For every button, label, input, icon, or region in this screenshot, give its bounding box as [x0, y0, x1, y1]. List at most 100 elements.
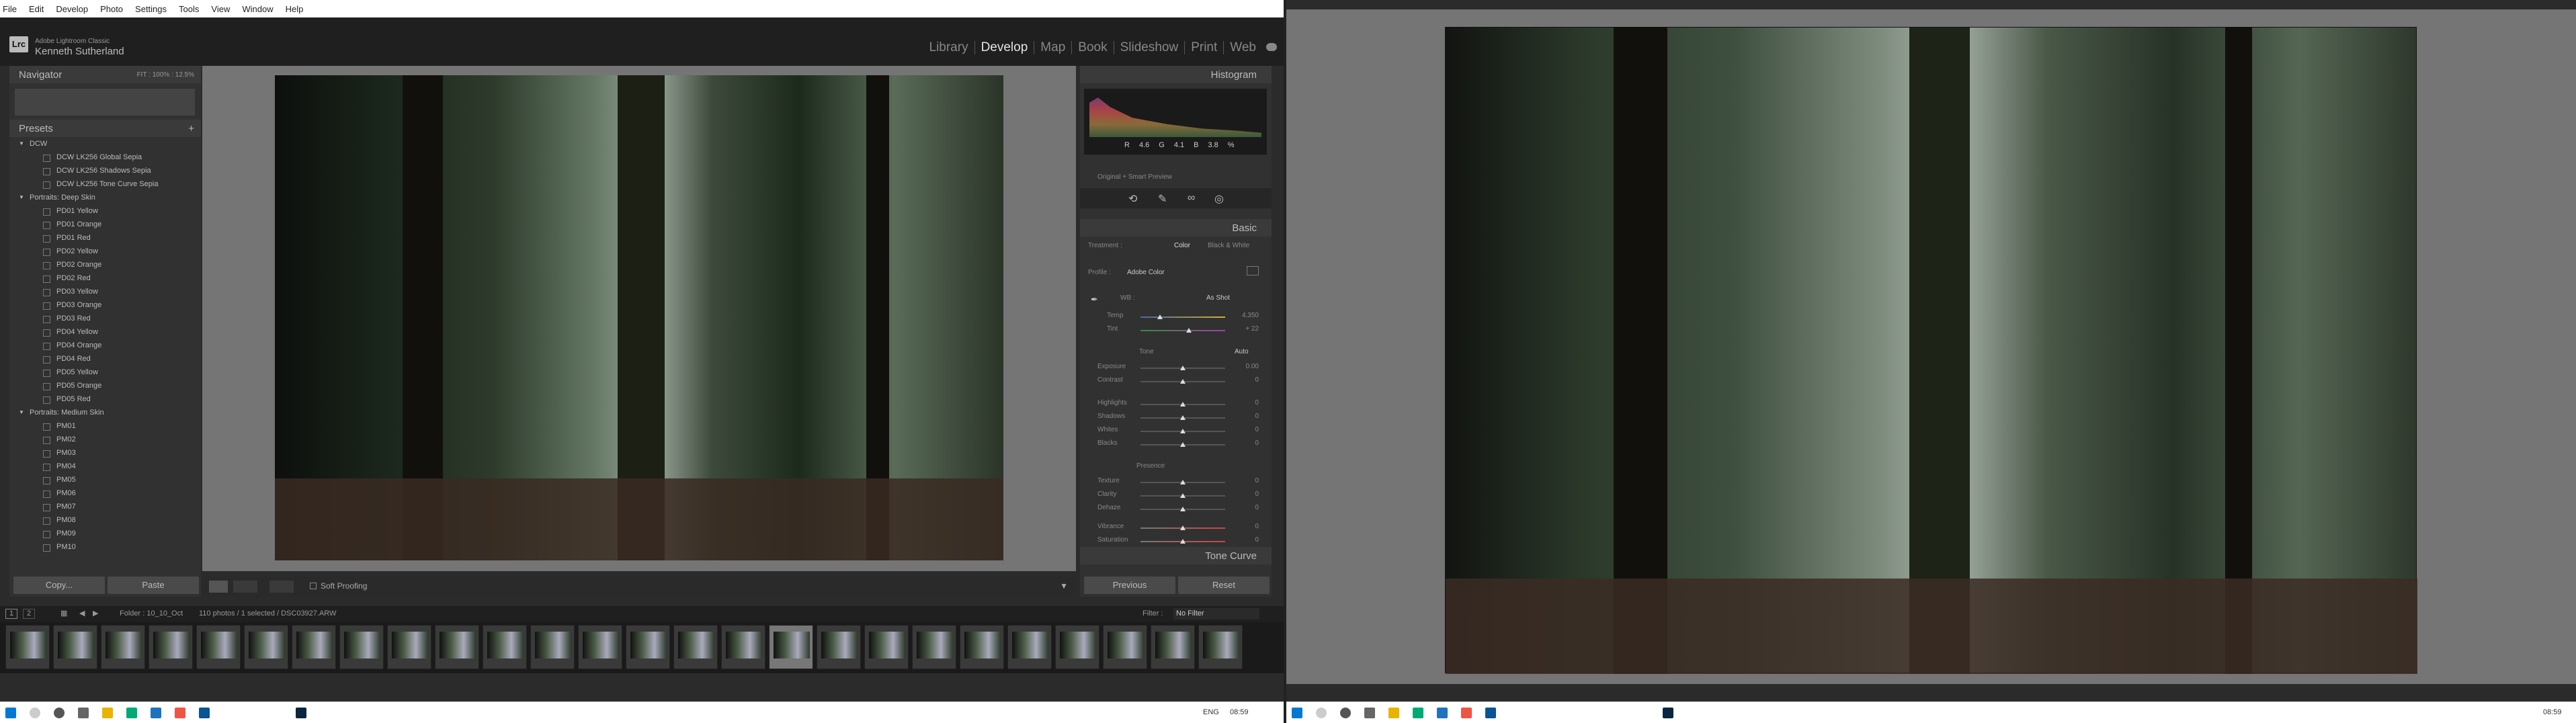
photo-count[interactable]: 110 photos / 1 selected / DSC03927.ARW	[199, 609, 336, 618]
preset-item[interactable]: PD03 Red	[9, 312, 201, 325]
grid-icon[interactable]: ▦	[60, 609, 67, 618]
preset-item[interactable]: PM09	[9, 527, 201, 540]
clarity-thumb[interactable]	[1180, 493, 1186, 498]
preset-item[interactable]: PM04	[9, 460, 201, 473]
page-2[interactable]: 2	[23, 609, 35, 619]
auto-button[interactable]: Auto	[1235, 348, 1249, 355]
filmstrip-thumbnail[interactable]	[196, 625, 241, 669]
whites-thumb[interactable]	[1180, 429, 1186, 433]
blacks-value[interactable]: 0	[1232, 439, 1259, 447]
preset-group[interactable]: DCW	[9, 137, 201, 151]
treatment-color[interactable]: Color	[1174, 242, 1190, 249]
healing-icon[interactable]: ✎	[1158, 192, 1167, 206]
app-icon[interactable]	[151, 708, 161, 718]
profile-browser-icon[interactable]	[1247, 266, 1259, 275]
filmstrip-thumbnail[interactable]	[1198, 625, 1243, 669]
add-preset-icon[interactable]: +	[188, 123, 194, 134]
secondary-photo-view[interactable]	[1445, 27, 2417, 674]
menu-photo[interactable]: Photo	[100, 4, 123, 14]
crop-icon[interactable]: ⟲	[1128, 192, 1137, 206]
store-icon[interactable]	[1413, 708, 1423, 718]
start-icon[interactable]	[1292, 708, 1302, 718]
filmstrip-thumbnail[interactable]	[149, 625, 193, 669]
preset-item[interactable]: PM06	[9, 486, 201, 500]
module-slideshow[interactable]: Slideshow	[1114, 41, 1186, 54]
highlights-thumb[interactable]	[1180, 402, 1186, 407]
filmstrip-thumbnail[interactable]	[292, 625, 336, 669]
file-explorer-icon[interactable]	[102, 708, 113, 718]
preset-item[interactable]: PD01 Red	[9, 231, 201, 245]
clock[interactable]: 08:59	[2543, 708, 2562, 716]
reset-button[interactable]: Reset	[1178, 577, 1270, 594]
vibrance-value[interactable]: 0	[1232, 523, 1259, 530]
tint-value[interactable]: + 22	[1232, 325, 1259, 333]
start-icon[interactable]	[5, 708, 16, 718]
folder-path[interactable]: Folder : 10_10_Oct	[120, 609, 183, 618]
filmstrip-thumbnail[interactable]	[673, 625, 718, 669]
previous-button[interactable]: Previous	[1084, 577, 1175, 594]
preset-item[interactable]: PD05 Red	[9, 392, 201, 406]
histogram[interactable]: R 4.6 G 4.1 B 3.8 %	[1084, 89, 1267, 155]
preset-item[interactable]: PD02 Orange	[9, 258, 201, 271]
exposure-thumb[interactable]	[1180, 366, 1186, 370]
filmstrip-thumbnail[interactable]	[721, 625, 765, 669]
dehaze-thumb[interactable]	[1180, 507, 1186, 511]
preset-item[interactable]: DCW LK256 Global Sepia	[9, 151, 201, 164]
preset-item[interactable]: PM10	[9, 540, 201, 554]
filmstrip-thumbnail[interactable]	[1103, 625, 1147, 669]
preset-group[interactable]: Portraits: Deep Skin	[9, 191, 201, 204]
filmstrip-thumbnail[interactable]	[435, 625, 479, 669]
filmstrip-thumbnail[interactable]	[53, 625, 97, 669]
forward-icon[interactable]: ▶	[93, 609, 98, 618]
filmstrip-thumbnail[interactable]	[387, 625, 431, 669]
filmstrip-thumbnail[interactable]	[1055, 625, 1099, 669]
preset-item[interactable]: PD05 Orange	[9, 379, 201, 392]
saturation-thumb[interactable]	[1180, 539, 1186, 544]
before-after-icon[interactable]	[233, 581, 257, 593]
menu-settings[interactable]: Settings	[135, 4, 167, 14]
filmstrip-thumbnail[interactable]	[339, 625, 384, 669]
filmstrip-thumbnail[interactable]	[960, 625, 1004, 669]
saturation-value[interactable]: 0	[1232, 536, 1259, 544]
menu-develop[interactable]: Develop	[56, 4, 88, 14]
histogram-header[interactable]: Histogram	[1080, 66, 1272, 83]
preset-item[interactable]: PM05	[9, 473, 201, 486]
preset-item[interactable]: PM03	[9, 446, 201, 460]
preset-group[interactable]: Portraits: Medium Skin	[9, 406, 201, 419]
blacks-thumb[interactable]	[1180, 442, 1186, 447]
texture-thumb[interactable]	[1180, 480, 1186, 484]
module-library[interactable]: Library	[923, 41, 975, 54]
page-1[interactable]: 1	[5, 609, 17, 619]
filmstrip-thumbnail[interactable]	[864, 625, 909, 669]
preset-item[interactable]: PD02 Red	[9, 271, 201, 285]
filmstrip-thumbnail[interactable]	[5, 625, 50, 669]
compare-icon[interactable]	[269, 581, 294, 593]
filmstrip-thumbnail[interactable]	[769, 625, 813, 669]
module-book[interactable]: Book	[1072, 41, 1114, 54]
outlook-icon[interactable]	[1485, 708, 1496, 718]
navigator-preview[interactable]	[15, 89, 195, 116]
app-icon[interactable]	[1437, 708, 1448, 718]
tint-slider-thumb[interactable]	[1186, 328, 1192, 333]
filmstrip-thumbnail[interactable]	[530, 625, 575, 669]
texture-value[interactable]: 0	[1232, 477, 1259, 484]
module-print[interactable]: Print	[1185, 41, 1224, 54]
zoom-options[interactable]: FIT : 100% : 12.5%	[137, 71, 194, 79]
menu-tools[interactable]: Tools	[179, 4, 199, 14]
preset-item[interactable]: PD04 Red	[9, 352, 201, 366]
preset-item[interactable]: PD02 Yellow	[9, 245, 201, 258]
filmstrip-thumbnail[interactable]	[101, 625, 145, 669]
profile-select[interactable]: Adobe Color	[1127, 269, 1165, 276]
preset-item[interactable]: PD03 Yellow	[9, 285, 201, 298]
eyedropper-icon[interactable]: ✒	[1091, 294, 1102, 305]
vibrance-thumb[interactable]	[1180, 525, 1186, 530]
contrast-thumb[interactable]	[1180, 379, 1186, 384]
filmstrip-thumbnail[interactable]	[244, 625, 288, 669]
filmstrip-thumbnail[interactable]	[912, 625, 956, 669]
contrast-value[interactable]: 0	[1232, 376, 1259, 384]
treatment-bw[interactable]: Black & White	[1208, 242, 1249, 249]
preset-item[interactable]: PM08	[9, 513, 201, 527]
cortana-icon[interactable]	[54, 708, 65, 718]
menu-file[interactable]: File	[3, 4, 17, 14]
store-icon[interactable]	[126, 708, 137, 718]
